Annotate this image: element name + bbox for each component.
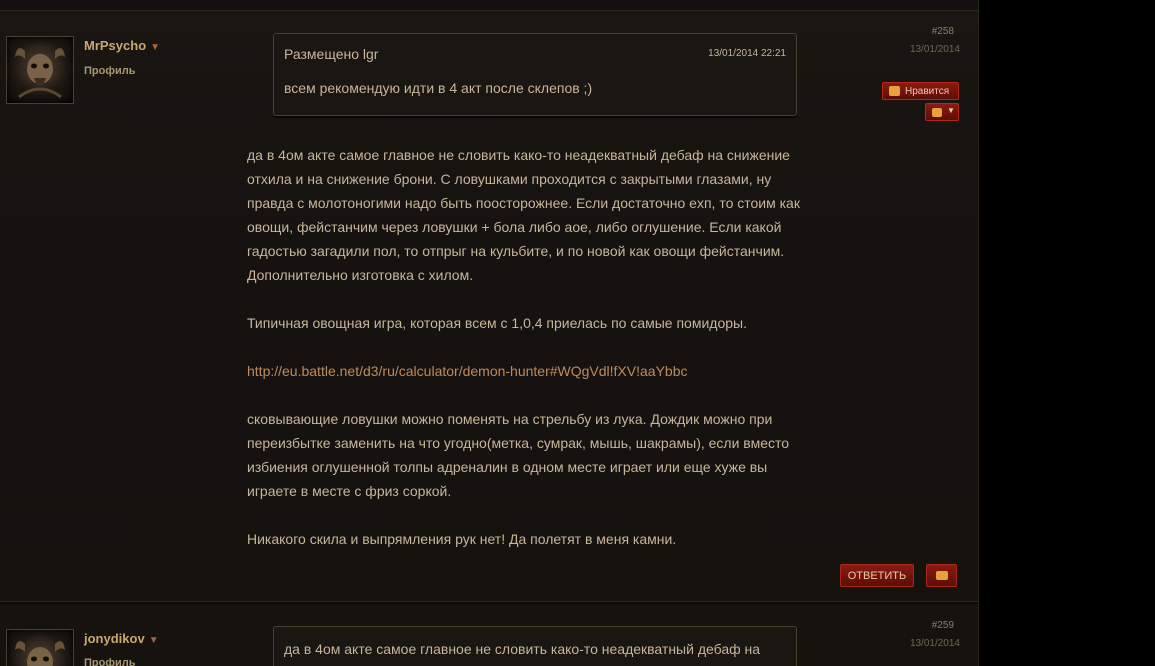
speech-bubble-icon xyxy=(936,571,948,580)
like-button[interactable]: Нравится xyxy=(882,82,959,100)
quote-timestamp: 13/01/2014 22:21 xyxy=(708,48,786,59)
post-paragraph: Типичная овощная игра, которая всем с 1,… xyxy=(247,315,747,331)
chevron-down-icon: ▼ xyxy=(947,106,955,115)
author-name[interactable]: MrPsycho ▼ xyxy=(84,38,160,53)
chevron-down-icon[interactable]: ▼ xyxy=(149,635,159,646)
avatar-image xyxy=(15,48,65,99)
author-label[interactable]: MrPsycho xyxy=(84,38,146,53)
quote-text: да в 4ом акте самое главное не словить к… xyxy=(284,641,761,657)
profile-link[interactable]: Профиль xyxy=(84,657,135,666)
reply-button[interactable]: ОТВЕТИТЬ xyxy=(840,564,914,587)
chevron-down-icon[interactable]: ▼ xyxy=(150,42,160,53)
avatar[interactable] xyxy=(6,629,74,666)
post-paragraph: Никакого скила и выпрямления рук нет! Да… xyxy=(247,531,677,547)
quote-block: да в 4ом акте самое главное не словить к… xyxy=(273,626,797,666)
post-number[interactable]: #259 xyxy=(932,620,954,631)
author-name[interactable]: jonydikov ▼ xyxy=(84,631,159,646)
post-paragraph: да в 4ом акте самое главное не словить к… xyxy=(247,147,800,283)
thumbs-up-icon xyxy=(889,86,900,96)
avatar[interactable] xyxy=(6,36,74,104)
quote-block: Размещено lgr 13/01/2014 22:21 всем реко… xyxy=(273,33,797,116)
quote-reply-button[interactable] xyxy=(926,564,957,587)
post-divider xyxy=(0,601,978,604)
thumbs-down-icon xyxy=(932,108,942,117)
author-label[interactable]: jonydikov xyxy=(84,631,145,646)
post-date: 13/01/2014 xyxy=(909,638,960,649)
quote-header: Размещено lgr xyxy=(284,46,379,62)
dislike-button[interactable]: ▼ xyxy=(925,103,959,121)
post-number[interactable]: #258 xyxy=(932,26,954,37)
forum-thread: MrPsycho ▼ Профиль #258 13/01/2014 Размещ… xyxy=(0,0,979,666)
post-date: 13/01/2014 xyxy=(909,44,960,55)
post-body: да в 4ом акте самое главное не словить к… xyxy=(247,143,807,575)
like-label: Нравится xyxy=(905,86,950,97)
post-paragraph: сковывающие ловушки можно поменять на ст… xyxy=(247,411,790,499)
top-divider xyxy=(0,0,978,11)
avatar-image xyxy=(15,641,65,666)
profile-link[interactable]: Профиль xyxy=(84,65,135,77)
quote-text: всем рекомендую идти в 4 акт после склеп… xyxy=(284,80,593,96)
calculator-link[interactable]: http://eu.battle.net/d3/ru/calculator/de… xyxy=(247,359,807,383)
